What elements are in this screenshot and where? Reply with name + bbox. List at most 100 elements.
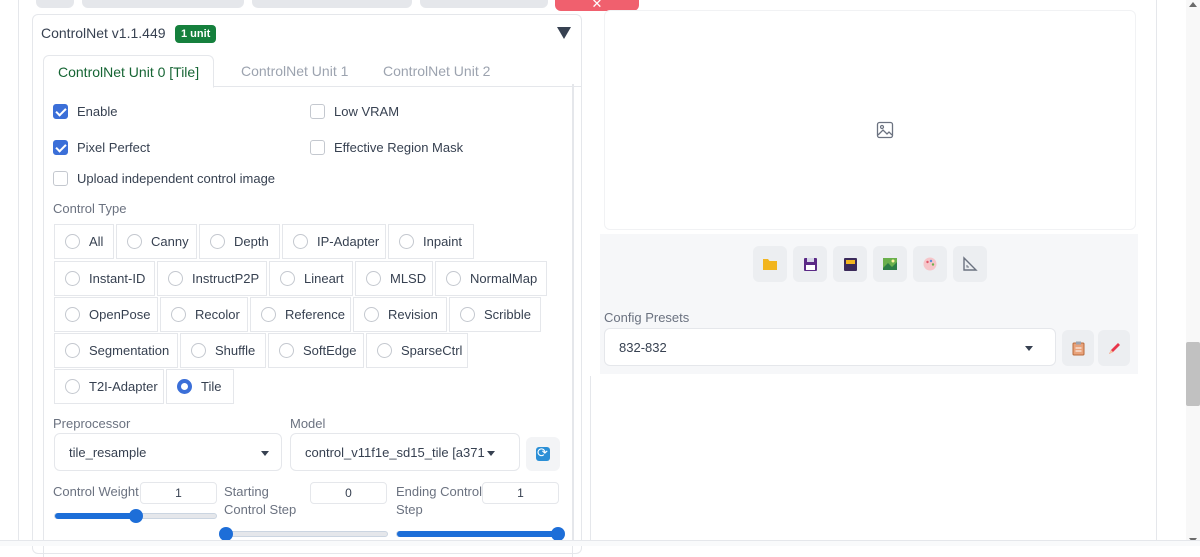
- ending-step-input[interactable]: 1: [482, 482, 559, 504]
- radio-label: SoftEdge: [303, 343, 357, 358]
- radio-label: Depth: [234, 234, 269, 249]
- unit-tabs: ControlNet Unit 0 [Tile] ControlNet Unit…: [43, 55, 581, 88]
- radio-label: OpenPose: [89, 307, 151, 322]
- control-type-depth[interactable]: Depth: [199, 224, 280, 259]
- tab-unit-1[interactable]: ControlNet Unit 1: [227, 55, 362, 87]
- clipboard-button[interactable]: [1062, 330, 1094, 366]
- panel-scrollbar[interactable]: [572, 84, 574, 544]
- control-type-shuffle[interactable]: Shuffle: [180, 333, 266, 368]
- right-divider: [590, 376, 591, 546]
- starting-label-line1: Starting: [224, 484, 269, 499]
- radio-label: Revision: [388, 307, 438, 322]
- config-presets-section: Config Presets 832-832: [600, 296, 1138, 374]
- send-to-extras-button[interactable]: [953, 246, 987, 282]
- control-type-softedge[interactable]: SoftEdge: [268, 333, 364, 368]
- radio-icon: [460, 307, 475, 322]
- radio-icon: [65, 307, 80, 322]
- control-type-segmentation[interactable]: Segmentation: [54, 333, 178, 368]
- tab-unit-0[interactable]: ControlNet Unit 0 [Tile]: [43, 55, 215, 88]
- control-type-all[interactable]: All: [54, 224, 114, 259]
- config-presets-select[interactable]: 832-832: [604, 328, 1056, 366]
- page-scrollbar[interactable]: [1186, 0, 1200, 546]
- top-button-2[interactable]: [82, 0, 244, 8]
- save-icon: [803, 257, 817, 271]
- checkbox-icon: [310, 140, 325, 155]
- control-weight-input[interactable]: 1: [140, 482, 217, 504]
- top-button-4[interactable]: [420, 0, 548, 8]
- control-type-instructp2p[interactable]: InstructP2P: [157, 261, 267, 296]
- radio-label: Reference: [285, 307, 345, 322]
- output-image-area[interactable]: [604, 10, 1136, 230]
- model-label: Model: [290, 416, 326, 431]
- control-type-scribble[interactable]: Scribble: [449, 297, 541, 332]
- collapse-triangle-icon[interactable]: [557, 27, 571, 39]
- control-type-reference[interactable]: Reference: [250, 297, 351, 332]
- effective-region-mask-checkbox[interactable]: Effective Region Mask: [310, 140, 463, 155]
- starting-step-slider[interactable]: [219, 527, 388, 541]
- control-type-ip-adapter[interactable]: IP-Adapter: [282, 224, 386, 259]
- control-type-recolor[interactable]: Recolor: [160, 297, 248, 332]
- slider-handle[interactable]: [128, 509, 143, 523]
- radio-label: All: [89, 234, 104, 249]
- control-type-openpose[interactable]: OpenPose: [54, 297, 158, 332]
- frame-right-border: [1156, 0, 1157, 546]
- radio-icon: [65, 234, 80, 249]
- control-type-t2i-adapter[interactable]: T2I-Adapter: [54, 369, 164, 404]
- open-folder-button[interactable]: [753, 246, 787, 282]
- control-type-canny[interactable]: Canny: [116, 224, 197, 259]
- radio-icon: [293, 234, 308, 249]
- radio-label: T2I-Adapter: [89, 379, 158, 394]
- save-button[interactable]: [793, 246, 827, 282]
- slider-handle[interactable]: [219, 527, 233, 541]
- control-weight-slider[interactable]: [54, 509, 217, 523]
- radio-icon: [279, 343, 294, 358]
- edit-preset-button[interactable]: [1098, 330, 1130, 366]
- radio-label: Scribble: [484, 307, 531, 322]
- control-type-normalmap[interactable]: NormalMap: [435, 261, 547, 296]
- config-presets-value: 832-832: [619, 339, 667, 355]
- refresh-models-button[interactable]: [526, 437, 560, 471]
- zip-save-button[interactable]: [833, 246, 867, 282]
- radio-label: Recolor: [195, 307, 240, 322]
- radio-icon: [127, 234, 142, 249]
- preprocessor-select[interactable]: tile_resample: [54, 433, 282, 471]
- scroll-up-arrow-icon[interactable]: [1189, 2, 1197, 7]
- radio-icon: [377, 343, 392, 358]
- pixel-perfect-checkbox[interactable]: Pixel Perfect: [53, 140, 150, 155]
- radio-icon: [366, 271, 381, 286]
- tab-unit-2[interactable]: ControlNet Unit 2: [369, 55, 504, 87]
- radio-selected-icon: [177, 379, 192, 394]
- control-type-inpaint[interactable]: Inpaint: [388, 224, 474, 259]
- enable-label: Enable: [77, 104, 118, 119]
- starting-step-input[interactable]: 0: [310, 482, 387, 504]
- model-value: control_v11f1e_sd15_tile [a371l: [305, 444, 485, 460]
- slider-handle[interactable]: [551, 527, 565, 541]
- checkbox-checked-icon: [53, 140, 68, 155]
- send-to-inpaint-button[interactable]: [913, 246, 947, 282]
- ending-step-slider[interactable]: [396, 527, 565, 541]
- radio-label: MLSD: [390, 271, 427, 286]
- enable-checkbox[interactable]: Enable: [53, 104, 117, 119]
- radio-label: Lineart: [304, 271, 344, 286]
- upload-independent-checkbox[interactable]: Upload independent control image: [53, 171, 275, 186]
- model-select[interactable]: control_v11f1e_sd15_tile [a371l: [290, 433, 520, 471]
- top-button-1[interactable]: [36, 0, 74, 8]
- palette-icon: [923, 257, 937, 271]
- low-vram-label: Low VRAM: [334, 104, 400, 119]
- top-button-3[interactable]: [252, 0, 412, 8]
- control-type-tile[interactable]: Tile: [166, 369, 234, 404]
- controlnet-title: ControlNet v1.1.449: [41, 25, 166, 41]
- scrollbar-thumb[interactable]: [1186, 342, 1200, 406]
- radio-icon: [280, 271, 295, 286]
- radio-label: Inpaint: [423, 234, 463, 249]
- control-type-lineart[interactable]: Lineart: [269, 261, 353, 296]
- control-type-sparsectrl[interactable]: SparseCtrl: [366, 333, 468, 368]
- control-type-mlsd[interactable]: MLSD: [355, 261, 433, 296]
- radio-label: SparseCtrl: [401, 343, 463, 358]
- control-type-revision[interactable]: Revision: [353, 297, 447, 332]
- send-to-img2img-button[interactable]: [873, 246, 907, 282]
- radio-label: NormalMap: [470, 271, 538, 286]
- image-icon: [876, 121, 894, 139]
- control-type-instant-id[interactable]: Instant-ID: [54, 261, 155, 296]
- low-vram-checkbox[interactable]: Low VRAM: [310, 104, 399, 119]
